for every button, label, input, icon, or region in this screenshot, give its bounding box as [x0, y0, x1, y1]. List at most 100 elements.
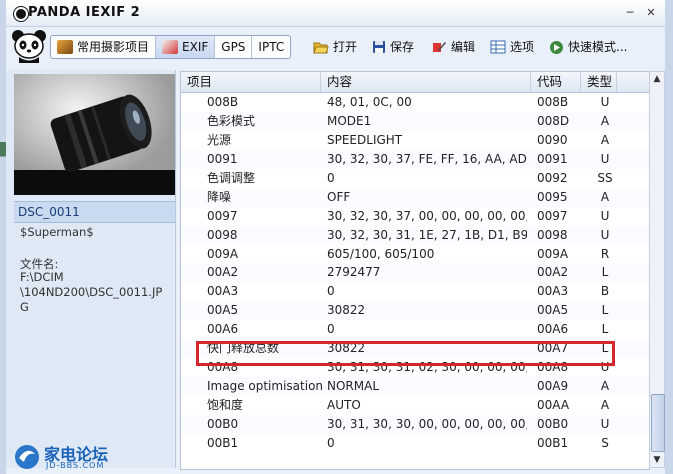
column-header-item[interactable]: 项目: [181, 72, 321, 92]
cell-item: 色调调整: [207, 170, 256, 185]
table-row[interactable]: 色调调整 0 0092 SS: [181, 169, 649, 188]
table-row[interactable]: 00A5 30822 00A5 L: [181, 301, 649, 321]
cell-code: 0095: [537, 189, 568, 204]
cell-content: 0: [327, 284, 335, 299]
cell-item: Image optimisation: [207, 379, 324, 394]
cell-content: 30, 31, 30, 31, 02, 30, 00, 00, 00, ...: [327, 360, 527, 375]
cell-type: U: [600, 208, 610, 223]
table-row[interactable]: 0097 30, 32, 30, 37, 00, 00, 00, 00, 00, …: [181, 207, 649, 226]
table-row[interactable]: 009A 605/100, 605/100 009A R: [181, 245, 649, 264]
options-button[interactable]: 选项: [490, 38, 534, 56]
save-label: 保存: [390, 40, 415, 54]
cell-type: R: [600, 246, 610, 261]
cell-code: 0091: [537, 151, 568, 166]
cell-code: 009A: [537, 246, 569, 261]
cell-item: 00A3: [207, 284, 239, 299]
table-row[interactable]: 00A8 30, 31, 30, 31, 02, 30, 00, 00, 00, …: [181, 358, 649, 377]
save-button[interactable]: 保存: [372, 38, 414, 56]
cell-type: U: [600, 416, 610, 431]
table-row[interactable]: 光源 SPEEDLIGHT 0090 A: [181, 131, 649, 150]
tab-exif[interactable]: EXIF: [156, 36, 216, 58]
cell-item: 0097: [207, 208, 238, 223]
tab-label: EXIF: [182, 40, 209, 54]
table-row[interactable]: 00A6 0 00A6 L: [181, 320, 649, 339]
table-row[interactable]: 00A2 2792477 00A2 L: [181, 263, 649, 283]
app-window: PANDA IEXIF 2 ─ ✕ 常用摄影项目 EXIF GPS IPTC 打…: [6, 0, 665, 474]
column-header-content[interactable]: 内容: [321, 72, 531, 92]
cell-content: 30, 32, 30, 31, 1E, 27, 1B, D1, B9, ...: [327, 227, 527, 242]
cell-type: A: [600, 132, 610, 147]
table-row[interactable]: Image optimisation NORMAL 00A9 A: [181, 377, 649, 396]
quick-mode-button[interactable]: 快速模式...: [549, 38, 627, 56]
cell-item: 0091: [207, 151, 238, 166]
open-button[interactable]: 打开: [313, 38, 357, 56]
cell-type: A: [600, 189, 610, 204]
cell-type: U: [600, 227, 610, 242]
site-watermark: 家电论坛 JD-BBS.COM: [6, 440, 156, 474]
cell-type: L: [601, 341, 609, 356]
edit-button[interactable]: 编辑: [431, 38, 475, 56]
cell-code: 0092: [537, 170, 568, 185]
cell-content: 605/100, 605/100: [327, 246, 435, 261]
cell-content: 0: [327, 322, 335, 337]
table-row[interactable]: 00A3 0 00A3 B: [181, 282, 649, 301]
cell-type: U: [600, 360, 610, 375]
cell-item: 00B1: [207, 435, 239, 450]
vertical-scrollbar[interactable]: ▲ ▼: [649, 71, 665, 468]
file-path-line: \104ND200\DSC_0011.JP: [20, 285, 163, 299]
column-header-type[interactable]: 类型: [581, 72, 617, 92]
cell-code: 00AA: [537, 398, 570, 412]
options-grid-icon: [490, 40, 506, 54]
tab-group: 常用摄影项目 EXIF GPS IPTC: [50, 35, 292, 59]
cell-content: 30822: [327, 341, 366, 356]
cell-type: A: [600, 379, 610, 394]
cell-item: 光源: [207, 132, 232, 147]
panda-logo-icon: [12, 30, 46, 63]
tab-iptc[interactable]: IPTC: [252, 36, 290, 58]
cell-content: AUTO: [327, 398, 361, 412]
author-text: $Superman$: [20, 225, 94, 239]
photo-thumbnail[interactable]: [14, 74, 175, 195]
folder-open-icon: [313, 42, 329, 54]
table-row[interactable]: 008B 48, 01, 0C, 00 008B U: [181, 93, 649, 112]
scroll-thumb[interactable]: [651, 394, 665, 452]
cell-type: U: [600, 95, 610, 109]
cell-code: 00B0: [537, 416, 569, 431]
cell-content: SPEEDLIGHT: [327, 132, 403, 147]
table-row[interactable]: 快门释放总数 30822 00A7 L: [181, 339, 649, 359]
tab-common-photo[interactable]: 常用摄影项目: [51, 36, 157, 58]
table-row[interactable]: 0098 30, 32, 30, 31, 1E, 27, 1B, D1, B9, …: [181, 225, 649, 245]
cell-content: 2792477: [327, 265, 381, 280]
cell-content: 30822: [327, 303, 366, 318]
table-row[interactable]: 00B0 30, 31, 30, 30, 00, 00, 00, 00, 00, …: [181, 414, 649, 434]
cell-code: 00A5: [537, 303, 569, 318]
table-row[interactable]: 00B1 0 00B1 S: [181, 434, 649, 453]
cell-type: U: [600, 151, 610, 166]
table-row[interactable]: 色彩模式 MODE1 008D A: [181, 111, 649, 131]
cell-content: 48, 01, 0C, 00: [327, 95, 412, 109]
selected-file-bar[interactable]: DSC_0011: [14, 201, 175, 223]
cell-type: B: [600, 284, 610, 299]
cell-content: NORMAL: [327, 379, 380, 394]
cell-item: 00A5: [207, 303, 239, 318]
edit-label: 编辑: [451, 40, 476, 54]
cell-item: 饱和度: [207, 398, 244, 412]
title-bar[interactable]: PANDA IEXIF 2 ─ ✕: [6, 0, 665, 27]
column-header-code[interactable]: 代码: [531, 72, 581, 92]
minimize-button[interactable]: ─: [623, 6, 637, 20]
table-row[interactable]: 饱和度 AUTO 00AA A: [181, 396, 649, 415]
tab-label: IPTC: [258, 40, 285, 54]
options-label: 选项: [510, 40, 535, 54]
close-button[interactable]: ✕: [644, 6, 658, 20]
table-row[interactable]: 降噪 OFF 0095 A: [181, 187, 649, 207]
scroll-down-arrow-icon[interactable]: ▼: [650, 453, 664, 467]
tab-gps[interactable]: GPS: [215, 36, 253, 58]
cell-item: 降噪: [207, 189, 232, 204]
table-row[interactable]: 0091 30, 32, 30, 37, FE, FF, 16, AA, AD, …: [181, 149, 649, 169]
cell-item: 00A6: [207, 322, 239, 337]
cell-item: 00A2: [207, 265, 239, 280]
cell-item: 00A8: [207, 360, 239, 375]
sidebar: DSC_0011 $Superman$ 文件名: F:\DCIM \104ND2…: [6, 70, 176, 468]
cell-item: 008B: [207, 95, 239, 109]
scroll-up-arrow-icon[interactable]: ▲: [650, 72, 664, 86]
